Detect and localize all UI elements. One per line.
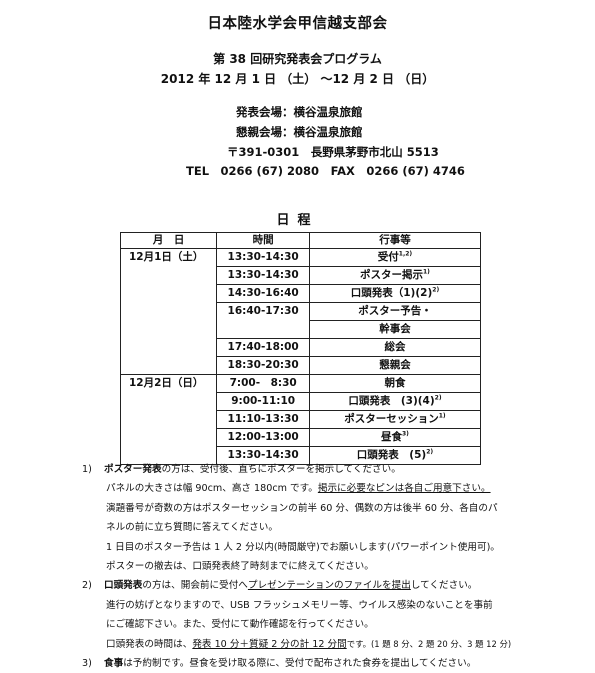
row-time: 12:00-13:00 [216,428,310,447]
row-event: 懇親会 [308,356,482,375]
presentation-venue: 発表会場：横谷温泉旅館 [236,105,363,119]
note-number: 1) [82,464,92,475]
note-1: 1) ポスター発表の方は、受付後、直ちにポスターを掲示してください。 [82,460,591,479]
event-dates: 2012 年 12 月 1 日 （土） ～12 月 2 日 （日） [160,72,435,86]
note-heading: 食事 [104,658,124,670]
row-time: 7:00- 8:30 [216,374,310,393]
row-event-cont: 幹事会 [308,320,482,339]
table-header-row: 月 日 時間 行事等 [119,232,482,249]
row-event: 昼食3) [308,428,482,447]
row-time: 13:30-14:30 [216,248,310,267]
row-event: 口頭発表（1)(2)2) [308,284,482,303]
row-event: 総会 [308,338,482,357]
note-line: 進行の妨げとなりますので、USB フラッシュメモリー等、ウイルス感染のないことを… [106,599,493,611]
row-time: 17:40-18:00 [216,338,310,357]
note-line: パネルの大きさは幅 90cm、高さ 180cm です。掲示に必要なピンは各自ご用… [106,483,491,495]
note-heading: 口頭発表 [104,580,143,592]
schedule-table: 月 日 時間 行事等 12月1日（土） 13:30-14:30 受付1,2) 1… [119,232,482,465]
row-event: ポスター掲示1) [308,266,482,285]
row-event: 朝食 [308,374,482,393]
day1-date: 12月1日（土） [119,248,218,375]
row-event: 口頭発表 (3)(4)2) [308,392,482,411]
program-title: 第 38 回研究発表会プログラム [213,52,382,66]
note-line: 1 日目のポスター予告は 1 人 2 分以内(時間厳守)でお願いします(パワーポ… [106,541,500,553]
note-line: 演題番号が奇数の方はポスターセッションの前半 60 分、偶数の方は後半 60 分… [106,502,498,514]
header-date: 月 日 [119,232,218,249]
note-line: ネルの前に立ち質問に答えてください。 [106,522,278,534]
note-line: にご確認下さい。また、受付にて動作確認を行ってください。 [106,619,374,631]
note-heading: ポスター発表 [104,464,162,475]
note-line: 口頭発表の時間は、発表 10 分＋質疑 2 分の計 12 分間です。(1 題 8… [106,638,512,650]
venue-phone: TEL 0266 (67) 2080 FAX 0266 (67) 4746 [186,164,465,178]
reception-venue: 懇親会場：横谷温泉旅館 [236,125,363,139]
note-3: 3) 食事は予約制です。昼食を受け取る際に、受付で配布された食券を提出してくださ… [82,654,591,673]
table-row: 12月2日（日） 7:00- 8:30 朝食 [119,374,482,465]
header-time: 時間 [216,232,310,249]
row-time: 13:30-14:30 [216,266,310,285]
org-title: 日本陸水学会甲信越支部会 [207,16,388,32]
note-number: 2) [82,580,92,592]
row-event: 受付1,2) [308,248,482,267]
row-time: 14:30-16:40 [216,284,310,303]
day2-date: 12月2日（日） [119,374,218,465]
row-event: ポスター予告・ [308,302,482,321]
note-number: 3) [82,658,92,670]
table-row: 12月1日（土） 13:30-14:30 受付1,2) [119,248,482,375]
row-time: 11:10-13:30 [216,410,310,429]
header-event: 行事等 [308,232,482,249]
notes-section: 1) ポスター発表の方は、受付後、直ちにポスターを掲示してください。 パネルの大… [82,460,591,673]
row-event: ポスターセッション1) [308,410,482,429]
note-2: 2) 口頭発表の方は、開会前に受付へプレゼンテーションのファイルを提出してくださ… [82,576,591,595]
row-time: 16:40-17:30 [216,302,310,339]
note-line: ポスターの撤去は、口頭発表終了時刻までに終えてください。 [106,561,374,573]
venue-address: 〒391-0301 長野県茅野市北山 5513 [227,145,439,159]
row-time: 18:30-20:30 [216,356,310,375]
schedule-title: 日程 [276,213,319,228]
row-time: 9:00-11:10 [216,392,310,411]
